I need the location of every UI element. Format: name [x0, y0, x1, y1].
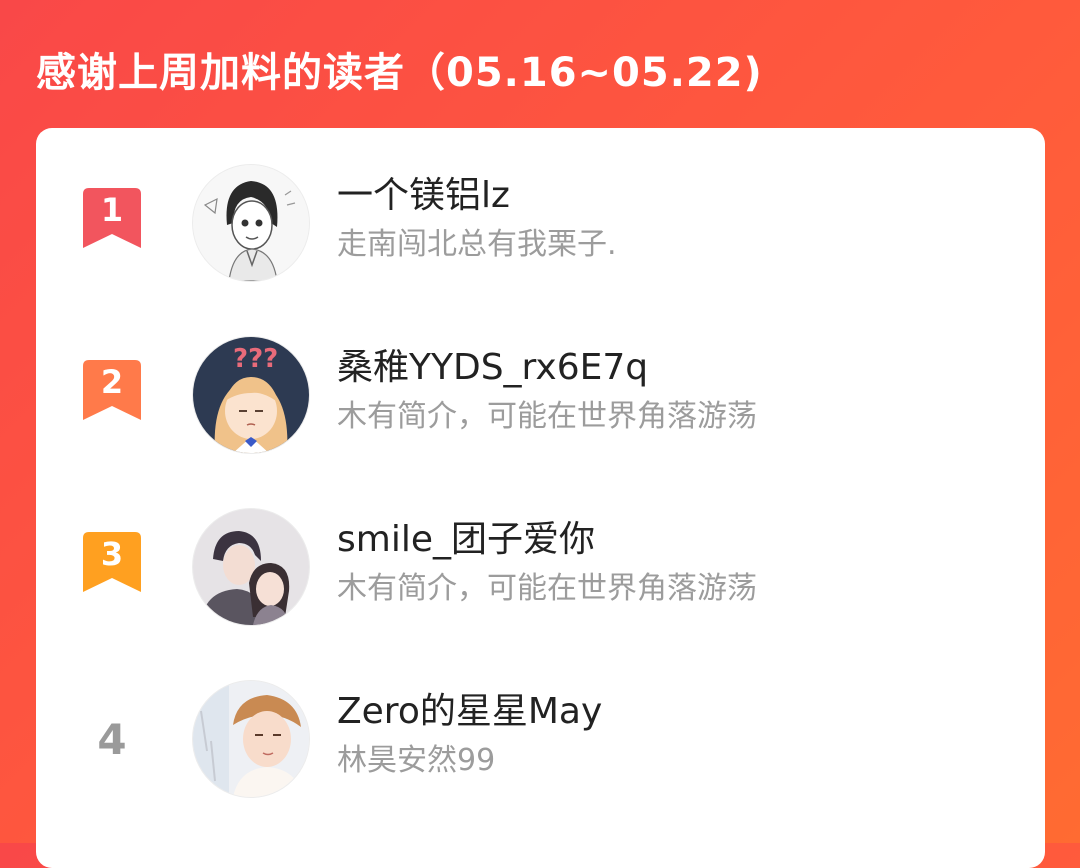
rank-number: 2: [100, 363, 124, 401]
reader-bio: 林昊安然99: [337, 743, 496, 778]
avatar[interactable]: [192, 680, 310, 798]
header-title: 感谢上周加料的读者（05.16~05.22): [36, 50, 763, 96]
avatar[interactable]: [192, 508, 310, 626]
rank-badge-1: 1: [83, 188, 141, 248]
rank-number: 4: [97, 715, 127, 764]
avatar[interactable]: ???: [192, 336, 310, 454]
avatar-image: ???: [193, 337, 309, 453]
reader-row-3[interactable]: 3 smile_团子爱你 木有简介，可能在世界角落游荡: [36, 508, 1045, 628]
reader-bio: 木有简介，可能在世界角落游荡: [337, 399, 757, 434]
avatar[interactable]: [192, 164, 310, 282]
rank-number: 1: [100, 191, 124, 229]
reader-name[interactable]: Zero的星星May: [337, 688, 602, 736]
rank-badge-2: 2: [83, 360, 141, 420]
readers-card: 1 一个镁铝lz 走南闯北总有我栗子. 2 ??? 桑稚YYDS_rx6E7q …: [36, 128, 1045, 868]
reader-row-1[interactable]: 1 一个镁铝lz 走南闯北总有我栗子.: [36, 164, 1045, 284]
reader-name[interactable]: 一个镁铝lz: [337, 172, 510, 220]
avatar-image: [193, 165, 309, 281]
reader-name[interactable]: 桑稚YYDS_rx6E7q: [337, 344, 648, 392]
reader-row-2[interactable]: 2 ??? 桑稚YYDS_rx6E7q 木有简介，可能在世界角落游荡: [36, 336, 1045, 456]
rank-number: 3: [100, 535, 124, 573]
reader-row-4[interactable]: 4 Zero的星星May 林昊安然99: [36, 680, 1045, 800]
reader-bio: 走南闯北总有我栗子.: [337, 227, 617, 262]
reader-name[interactable]: smile_团子爱你: [337, 516, 595, 564]
svg-text:???: ???: [233, 344, 278, 374]
reader-bio: 木有简介，可能在世界角落游荡: [337, 571, 757, 606]
rank-badge-3: 3: [83, 532, 141, 592]
avatar-image: [193, 681, 309, 797]
avatar-image: [193, 509, 309, 625]
